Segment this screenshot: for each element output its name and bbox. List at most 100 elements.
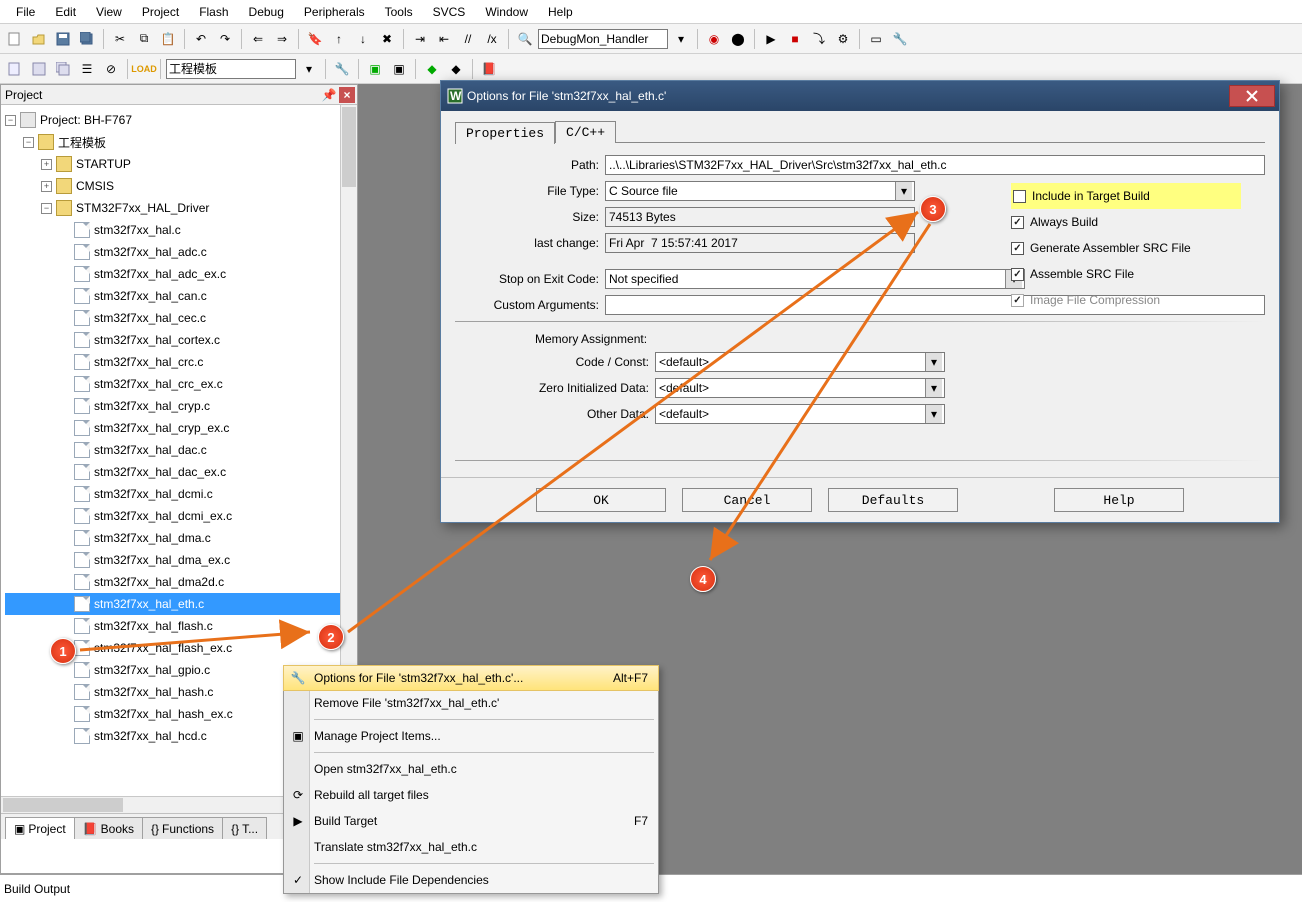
pack2-icon[interactable]: ◆ (445, 58, 467, 80)
menu-svcs[interactable]: SVCS (423, 2, 476, 22)
pack-icon[interactable]: ◆ (421, 58, 443, 80)
menu-project[interactable]: Project (132, 2, 189, 22)
bookmark-prev-icon[interactable]: ↑ (328, 28, 350, 50)
tree-item[interactable]: stm32f7xx_hal_dcmi.c (5, 483, 357, 505)
config-icon[interactable]: ⚙ (832, 28, 854, 50)
tree-item[interactable]: stm32f7xx_hal_dac.c (5, 439, 357, 461)
close-panel-icon[interactable]: × (339, 87, 355, 103)
tree-item[interactable]: −工程模板 (5, 131, 357, 153)
options-icon[interactable]: 🔧 (889, 28, 911, 50)
tree-item[interactable]: stm32f7xx_hal_flash.c (5, 615, 357, 637)
ok-button[interactable]: OK (536, 488, 666, 512)
step-icon[interactable]: ⤵ (808, 28, 830, 50)
defaults-button[interactable]: Defaults (828, 488, 958, 512)
new-icon[interactable] (4, 28, 26, 50)
tree-item[interactable]: stm32f7xx_hal_dma.c (5, 527, 357, 549)
tree-item[interactable]: stm32f7xx_hal_crc_ex.c (5, 373, 357, 395)
manage-icon[interactable]: ▣ (364, 58, 386, 80)
download-icon[interactable]: LOAD (133, 58, 155, 80)
collapse-icon[interactable]: − (23, 137, 34, 148)
open-icon[interactable] (28, 28, 50, 50)
books-icon[interactable]: 📕 (478, 58, 500, 80)
outdent-icon[interactable]: ⇤ (433, 28, 455, 50)
indent-icon[interactable]: ⇥ (409, 28, 431, 50)
translate-icon[interactable] (4, 58, 26, 80)
tree-item[interactable]: stm32f7xx_hal.c (5, 219, 357, 241)
expand-icon[interactable]: + (41, 159, 52, 170)
find-combo[interactable] (538, 29, 668, 49)
menu-flash[interactable]: Flash (189, 2, 238, 22)
ctx-item[interactable]: Translate stm32f7xx_hal_eth.c (284, 834, 658, 860)
menu-window[interactable]: Window (475, 2, 538, 22)
build-icon[interactable] (28, 58, 50, 80)
tree-item[interactable]: stm32f7xx_hal_cryp_ex.c (5, 417, 357, 439)
filetype-combo[interactable]: C Source file (605, 181, 915, 201)
expand-icon[interactable]: + (41, 181, 52, 192)
debug-icon[interactable]: ◉ (703, 28, 725, 50)
zeroinit-combo[interactable]: <default> (655, 378, 945, 398)
checkbox[interactable] (1011, 216, 1024, 229)
undo-icon[interactable]: ↶ (190, 28, 212, 50)
menu-debug[interactable]: Debug (239, 2, 294, 22)
window-icon[interactable]: ▭ (865, 28, 887, 50)
copy-icon[interactable]: ⧉ (133, 28, 155, 50)
ctx-item[interactable]: ✓Show Include File Dependencies (284, 867, 658, 893)
find-icon[interactable]: 🔍 (514, 28, 536, 50)
ctx-item[interactable]: Remove File 'stm32f7xx_hal_eth.c' (284, 690, 658, 716)
tree-item[interactable]: stm32f7xx_hal_dcmi_ex.c (5, 505, 357, 527)
save-icon[interactable] (52, 28, 74, 50)
uncomment-icon[interactable]: /x (481, 28, 503, 50)
dialog-close-button[interactable] (1229, 85, 1275, 107)
bookmark-icon[interactable]: 🔖 (304, 28, 326, 50)
collapse-icon[interactable]: − (5, 115, 16, 126)
bookmark-clear-icon[interactable]: ✖ (376, 28, 398, 50)
tree-item[interactable]: stm32f7xx_hal_cryp.c (5, 395, 357, 417)
tree-item[interactable]: −STM32F7xx_HAL_Driver (5, 197, 357, 219)
checkbox-row[interactable]: Assemble SRC File (1011, 261, 1241, 287)
tree-item[interactable]: stm32f7xx_hal_adc.c (5, 241, 357, 263)
tab-cpp[interactable]: C/C++ (555, 121, 616, 143)
checkbox-row[interactable]: Generate Assembler SRC File (1011, 235, 1241, 261)
stop-build-icon[interactable]: ⊘ (100, 58, 122, 80)
checkbox[interactable] (1011, 242, 1024, 255)
panel-tab-t...[interactable]: {}T... (222, 817, 267, 839)
tree-item[interactable]: stm32f7xx_hal_crc.c (5, 351, 357, 373)
path-field[interactable] (605, 155, 1265, 175)
saveall-icon[interactable] (76, 28, 98, 50)
manage2-icon[interactable]: ▣ (388, 58, 410, 80)
menu-view[interactable]: View (86, 2, 132, 22)
nav-back-icon[interactable]: ⇐ (247, 28, 269, 50)
run-icon[interactable]: ▶ (760, 28, 782, 50)
tree-item[interactable]: stm32f7xx_hal_cec.c (5, 307, 357, 329)
cut-icon[interactable]: ✂ (109, 28, 131, 50)
stopexit-combo[interactable]: Not specified (605, 269, 1025, 289)
menu-file[interactable]: File (6, 2, 45, 22)
checkbox-row[interactable]: Include in Target Build (1011, 183, 1241, 209)
menu-tools[interactable]: Tools (375, 2, 423, 22)
tree-item[interactable]: stm32f7xx_hal_dma_ex.c (5, 549, 357, 571)
redo-icon[interactable]: ↷ (214, 28, 236, 50)
checkbox-row[interactable]: Always Build (1011, 209, 1241, 235)
checkbox[interactable] (1013, 190, 1026, 203)
menu-help[interactable]: Help (538, 2, 583, 22)
tree-item[interactable]: −Project: BH-F767 (5, 109, 357, 131)
checkbox[interactable] (1011, 268, 1024, 281)
ctx-item[interactable]: 🔧Options for File 'stm32f7xx_hal_eth.c'.… (283, 665, 659, 691)
tree-item[interactable]: +CMSIS (5, 175, 357, 197)
target-options-icon[interactable]: 🔧 (331, 58, 353, 80)
comment-icon[interactable]: // (457, 28, 479, 50)
tree-item[interactable]: stm32f7xx_hal_can.c (5, 285, 357, 307)
panel-tab-books[interactable]: 📕Books (74, 817, 143, 839)
panel-tab-functions[interactable]: {}Functions (142, 817, 223, 839)
collapse-icon[interactable]: − (41, 203, 52, 214)
dialog-titlebar[interactable]: W Options for File 'stm32f7xx_hal_eth.c' (441, 81, 1279, 111)
tree-item[interactable]: stm32f7xx_hal_dma2d.c (5, 571, 357, 593)
pin-icon[interactable]: 📌 (321, 87, 337, 103)
codeconst-combo[interactable]: <default> (655, 352, 945, 372)
tree-item[interactable]: stm32f7xx_hal_adc_ex.c (5, 263, 357, 285)
tree-item[interactable]: stm32f7xx_hal_cortex.c (5, 329, 357, 351)
target-dropdown-icon[interactable]: ▾ (298, 58, 320, 80)
stop-icon[interactable]: ■ (784, 28, 806, 50)
target-combo[interactable] (166, 59, 296, 79)
rebuild-icon[interactable] (52, 58, 74, 80)
